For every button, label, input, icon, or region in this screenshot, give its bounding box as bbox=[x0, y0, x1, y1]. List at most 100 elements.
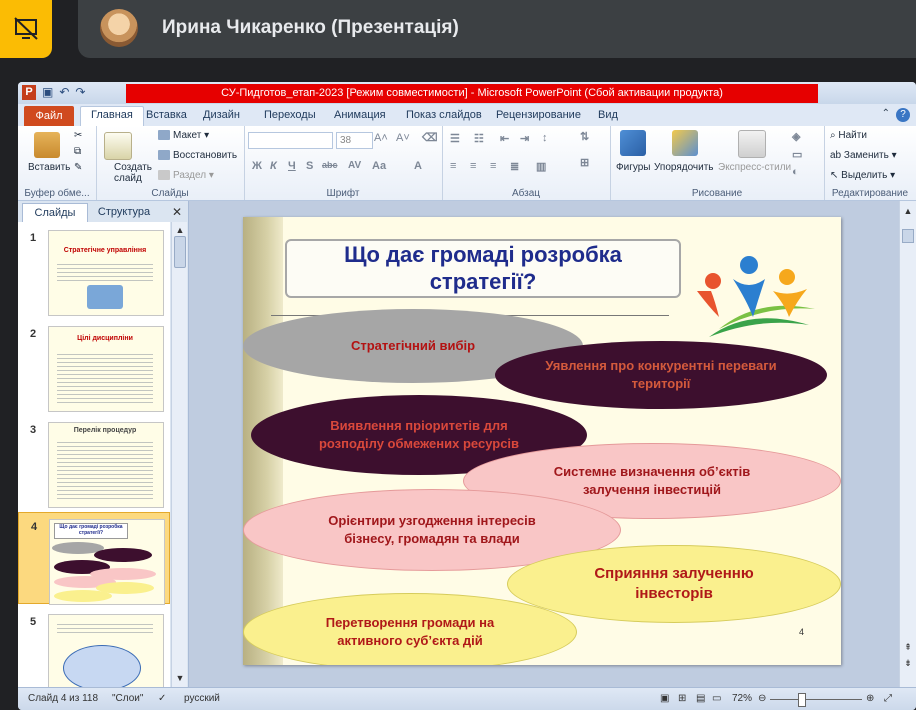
italic-icon[interactable]: К bbox=[270, 160, 277, 172]
bullets-icon[interactable]: ☰ bbox=[450, 132, 460, 145]
shrink-font-icon[interactable]: A˅ bbox=[396, 132, 410, 144]
tab-home[interactable]: Главная bbox=[80, 106, 144, 127]
reset-button[interactable]: Восстановить bbox=[158, 150, 237, 161]
editor-scrollbar[interactable]: ▲ ⇞ ⇟ bbox=[899, 201, 916, 687]
zoom-slider[interactable] bbox=[770, 699, 862, 700]
zoom-out-icon[interactable]: ⊖ bbox=[758, 693, 766, 704]
new-slide-button[interactable]: Создать слайд bbox=[114, 162, 154, 184]
spellcheck-icon[interactable]: ✓ bbox=[158, 693, 166, 704]
zoom-level[interactable]: 72% bbox=[732, 693, 752, 704]
sorter-view-icon[interactable]: ⊞ bbox=[678, 693, 686, 704]
bold-icon[interactable]: Ж bbox=[252, 160, 262, 172]
select-button[interactable]: ↖ Выделить ▾ bbox=[830, 170, 895, 181]
shape-competitive-advantages[interactable]: Уявлення про конкурентні переваги терито… bbox=[495, 341, 827, 409]
thumbnail-slide-1[interactable]: 1 Стратегічне управління bbox=[18, 224, 170, 316]
shapes-button[interactable]: Фигуры bbox=[616, 162, 650, 173]
shape-investor-support[interactable]: Сприяння залученню інвесторів bbox=[507, 545, 841, 623]
grow-font-icon[interactable]: A˄ bbox=[374, 132, 388, 144]
presentation-badge[interactable] bbox=[0, 0, 52, 58]
justify-icon[interactable]: ≣ bbox=[510, 160, 519, 173]
tab-outline[interactable]: Структура bbox=[90, 203, 158, 221]
numbering-icon[interactable]: ☷ bbox=[474, 132, 484, 145]
scroll-down-icon[interactable]: ▼ bbox=[174, 672, 186, 684]
tab-review[interactable]: Рецензирование bbox=[496, 109, 581, 121]
thumbnail-scrollbar[interactable]: ▲ ▼ bbox=[171, 222, 187, 687]
paste-button[interactable]: Вставить bbox=[28, 162, 70, 173]
thumbnail-picture bbox=[87, 285, 123, 309]
scroll-up-icon[interactable]: ▲ bbox=[174, 224, 186, 236]
tab-insert[interactable]: Вставка bbox=[146, 109, 187, 121]
align-right-icon[interactable]: ≡ bbox=[490, 160, 496, 172]
replace-button[interactable]: ab Заменить ▾ bbox=[830, 150, 897, 161]
scroll-thumb[interactable] bbox=[174, 236, 186, 268]
section-icon bbox=[158, 170, 170, 181]
tab-animation[interactable]: Анимация bbox=[334, 109, 386, 121]
redo-icon[interactable]: ↷ bbox=[75, 85, 85, 100]
zoom-in-icon[interactable]: ⊕ bbox=[866, 693, 874, 704]
shape-fill-icon[interactable]: ◈ bbox=[792, 130, 800, 143]
section-button[interactable]: Раздел ▾ bbox=[158, 170, 214, 181]
save-icon[interactable]: ▣ bbox=[42, 85, 53, 100]
line-spacing-icon[interactable]: ↕ bbox=[542, 132, 548, 144]
shape-outline-icon[interactable]: ▭ bbox=[792, 148, 802, 161]
columns-icon[interactable]: ▥ bbox=[536, 160, 546, 173]
copy-icon[interactable]: ⧉ bbox=[74, 146, 81, 157]
font-name-box[interactable] bbox=[248, 132, 333, 149]
underline-icon[interactable]: Ч bbox=[288, 160, 296, 172]
shape-effects-icon[interactable]: ◐ bbox=[792, 166, 799, 178]
slideshow-view-icon[interactable]: ▭ bbox=[712, 693, 721, 704]
decrease-indent-icon[interactable]: ⇤ bbox=[500, 132, 509, 145]
thumbnail-slide-4[interactable]: 4 Що дає громаді розробка стратегії? bbox=[18, 512, 170, 605]
align-center-icon[interactable]: ≡ bbox=[470, 160, 476, 172]
next-slide-icon[interactable]: ⇟ bbox=[902, 657, 914, 669]
find-button[interactable]: ⌕ Найти bbox=[830, 130, 867, 141]
new-slide-icon[interactable] bbox=[104, 132, 132, 160]
align-text-icon[interactable]: ⊞ bbox=[580, 156, 589, 169]
font-color-icon[interactable]: A bbox=[414, 160, 422, 172]
zoom-slider-handle[interactable] bbox=[798, 693, 806, 707]
tab-transitions[interactable]: Переходы bbox=[264, 109, 316, 121]
shape-active-subject[interactable]: Перетворення громади на активного суб’єк… bbox=[243, 593, 577, 665]
close-icon[interactable]: ✕ bbox=[172, 205, 182, 219]
tab-slideshow[interactable]: Показ слайдов bbox=[406, 109, 482, 121]
scroll-up-icon[interactable]: ▲ bbox=[902, 205, 914, 217]
previous-slide-icon[interactable]: ⇞ bbox=[902, 641, 914, 653]
language-indicator[interactable]: русский bbox=[184, 693, 220, 704]
tab-slides[interactable]: Слайды bbox=[22, 203, 88, 222]
normal-view-icon[interactable]: ▣ bbox=[660, 693, 669, 704]
quick-styles-icon[interactable] bbox=[738, 130, 766, 158]
thumbnail-image: Стратегічне управління bbox=[48, 230, 164, 316]
font-size-box[interactable]: 38 bbox=[336, 132, 373, 149]
shapes-icon[interactable] bbox=[620, 130, 646, 156]
char-spacing-icon[interactable]: AV bbox=[348, 160, 361, 171]
paste-icon[interactable] bbox=[34, 132, 60, 158]
undo-icon[interactable]: ↶ bbox=[59, 85, 69, 100]
thumbnail-slide-3[interactable]: 3 Перелік процедур bbox=[18, 416, 170, 508]
thumbnail-slide-2[interactable]: 2 Цілі дисципліни bbox=[18, 320, 170, 412]
format-painter-icon[interactable]: ✎ bbox=[74, 162, 82, 173]
increase-indent-icon[interactable]: ⇥ bbox=[520, 132, 529, 145]
thumbnail-slide-5[interactable]: 5 bbox=[18, 608, 170, 687]
help-icon[interactable]: ? bbox=[896, 108, 910, 122]
align-left-icon[interactable]: ≡ bbox=[450, 160, 456, 172]
quick-styles-button[interactable]: Экспресс-стили bbox=[718, 162, 791, 173]
arrange-icon[interactable] bbox=[672, 130, 698, 156]
reading-view-icon[interactable]: ▤ bbox=[696, 693, 705, 704]
text-direction-icon[interactable]: ⇅ bbox=[580, 130, 589, 143]
strikethrough-icon[interactable]: abc bbox=[322, 160, 338, 170]
fit-window-icon[interactable]: ⤢ bbox=[884, 693, 892, 704]
arrange-button[interactable]: Упорядочить bbox=[654, 162, 714, 173]
shadow-icon[interactable]: S bbox=[306, 160, 313, 172]
collapse-ribbon-icon[interactable]: ⌃ bbox=[882, 108, 890, 119]
cut-icon[interactable]: ✂ bbox=[74, 130, 82, 141]
change-case-icon[interactable]: Aa bbox=[372, 160, 386, 172]
drawing-group-label: Рисование bbox=[691, 188, 743, 199]
tab-file[interactable]: Файл bbox=[24, 106, 74, 126]
layout-button[interactable]: Макет ▾ bbox=[158, 130, 209, 141]
scroll-thumb[interactable] bbox=[902, 229, 914, 243]
tab-design[interactable]: Дизайн bbox=[203, 109, 240, 121]
slide-title[interactable]: Що дає громаді розробка стратегії? bbox=[293, 241, 673, 295]
clear-format-icon[interactable]: ⌫ bbox=[422, 131, 438, 144]
slide-canvas[interactable]: Що дає громаді розробка стратегії? Страт… bbox=[243, 217, 841, 665]
tab-view[interactable]: Вид bbox=[598, 109, 618, 121]
